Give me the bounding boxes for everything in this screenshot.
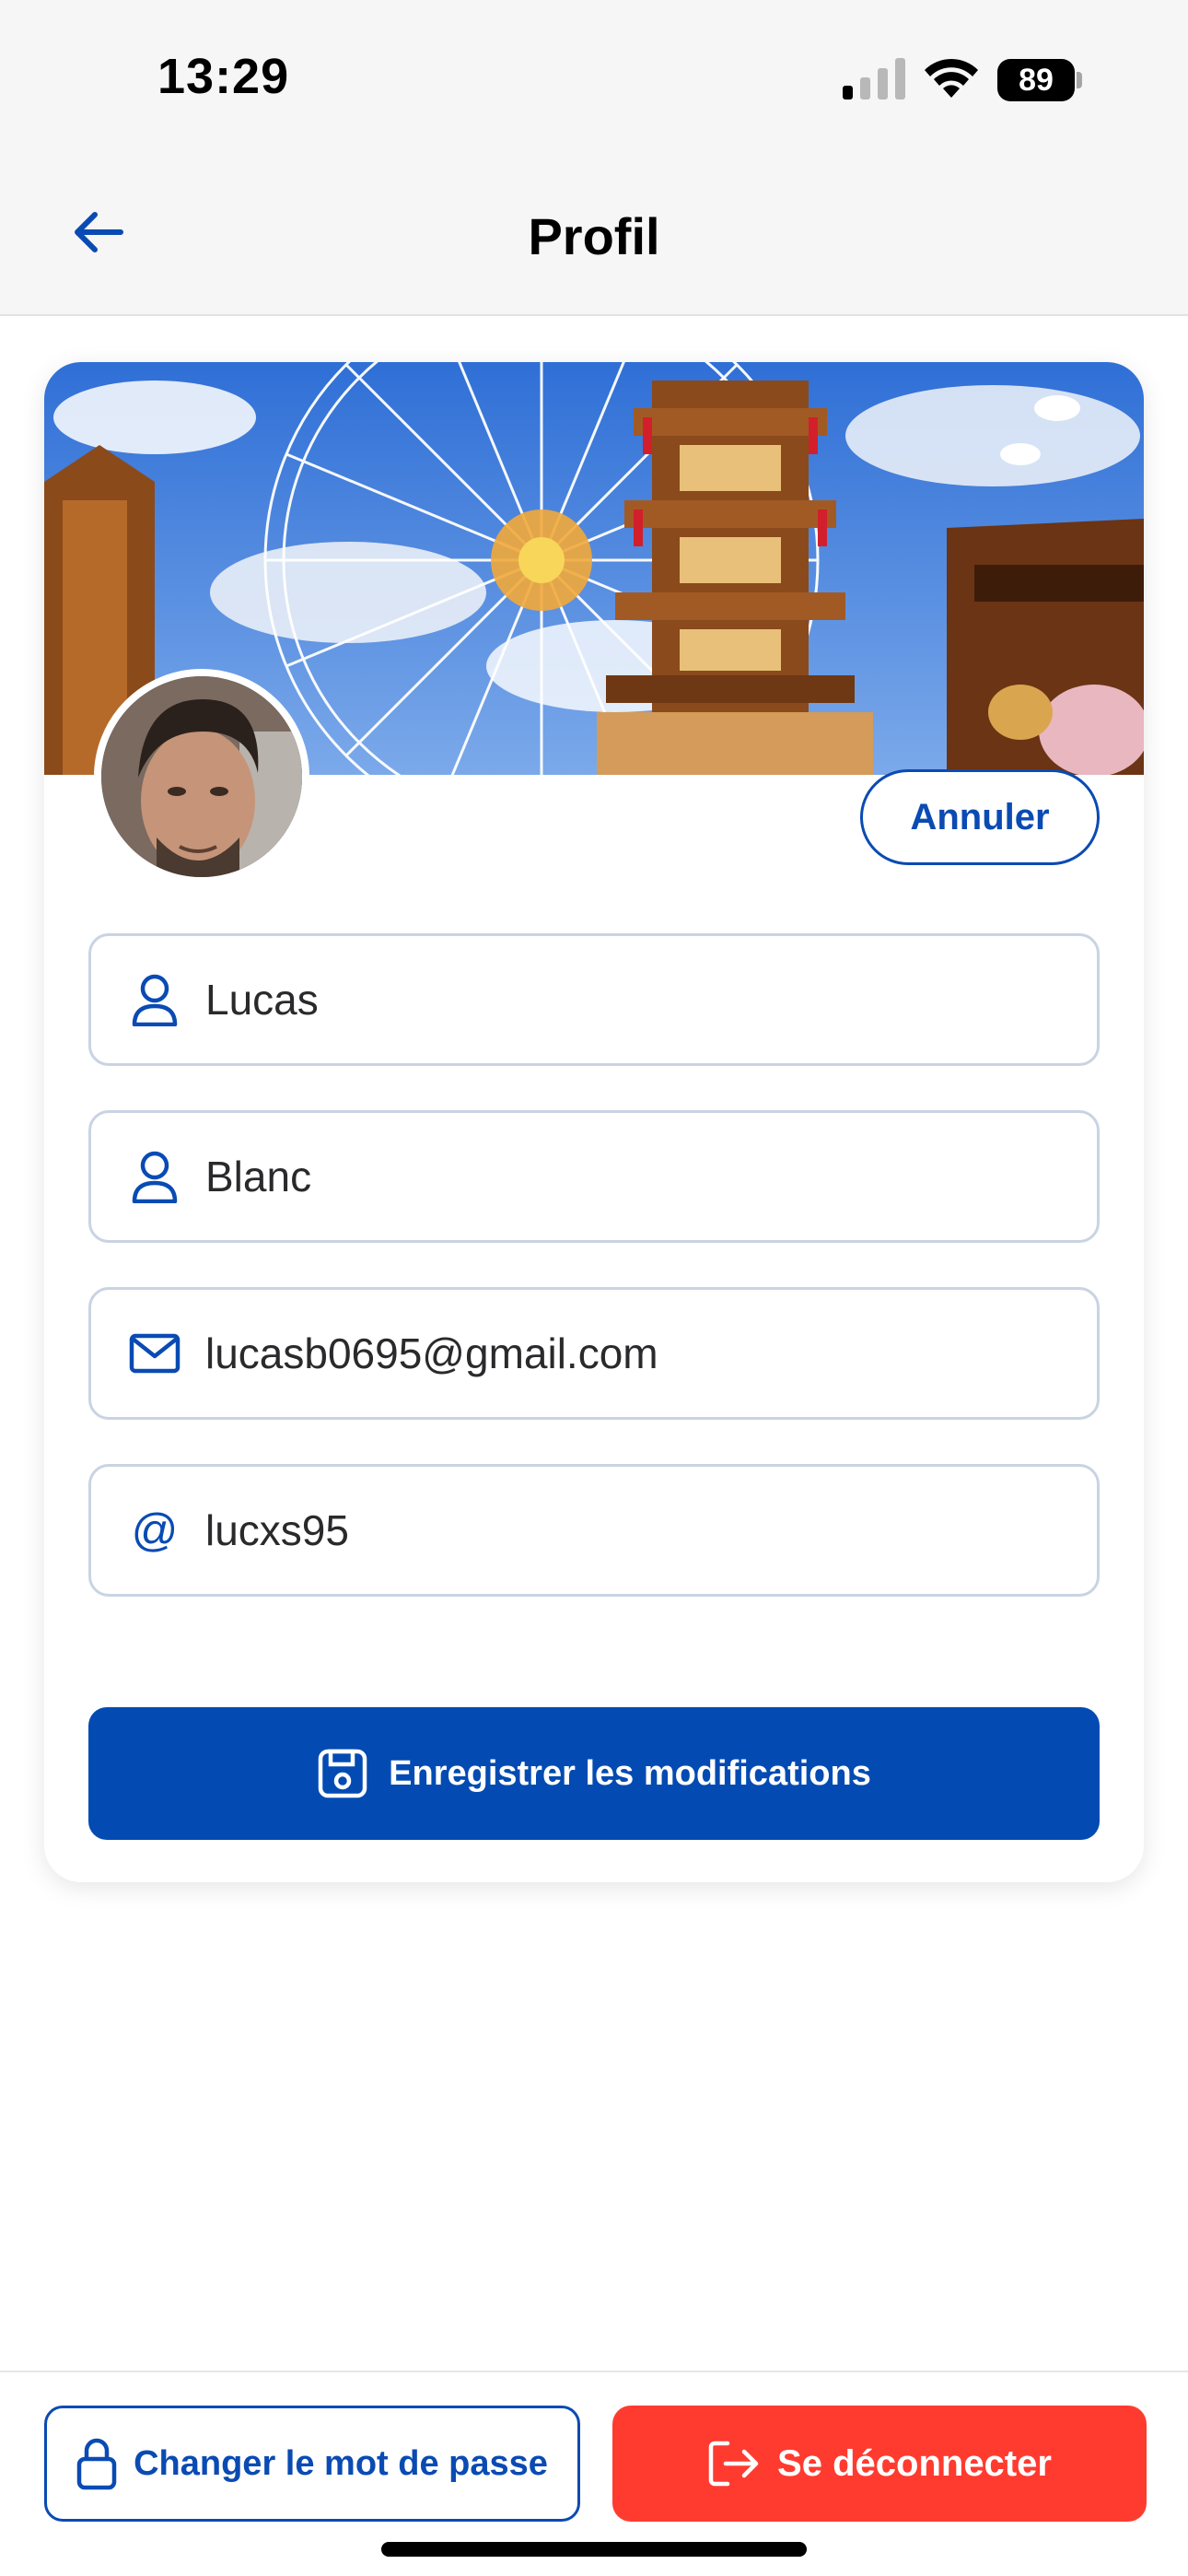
last-name-input[interactable] [205,1152,1034,1201]
change-password-label: Changer le mot de passe [134,2443,548,2483]
logout-icon [708,2441,759,2487]
user-icon [126,971,183,1028]
home-indicator[interactable] [381,2542,807,2557]
email-field[interactable] [88,1287,1100,1420]
at-icon: @ [131,1505,179,1556]
username-input[interactable] [205,1505,1034,1555]
wifi-icon [925,58,978,98]
logout-button[interactable]: Se déconnecter [612,2406,1147,2522]
save-button-label: Enregistrer les modifications [389,1753,871,1793]
top-bar: 13:29 89 Profil [0,0,1188,316]
user-icon [126,1148,183,1205]
mail-icon [126,1325,183,1382]
battery-level: 89 [997,59,1075,101]
status-time: 13:29 [157,49,290,104]
profile-card: Annuler @ Enregistrer les modifications [44,362,1144,1882]
first-name-input[interactable] [205,975,1034,1025]
battery-icon: 89 [997,59,1082,101]
change-password-button[interactable]: Changer le mot de passe [44,2406,580,2522]
cellular-signal-icon [843,58,905,100]
last-name-field[interactable] [88,1110,1100,1243]
page-title: Profil [528,207,660,265]
cancel-button[interactable]: Annuler [860,769,1100,865]
lock-icon [76,2438,117,2490]
floppy-disk-icon [318,1749,367,1798]
logout-label: Se déconnecter [777,2442,1052,2484]
username-field[interactable]: @ [88,1464,1100,1597]
email-input[interactable] [205,1329,1034,1378]
save-button[interactable]: Enregistrer les modifications [88,1707,1100,1840]
avatar[interactable] [94,669,309,884]
first-name-field[interactable] [88,933,1100,1066]
